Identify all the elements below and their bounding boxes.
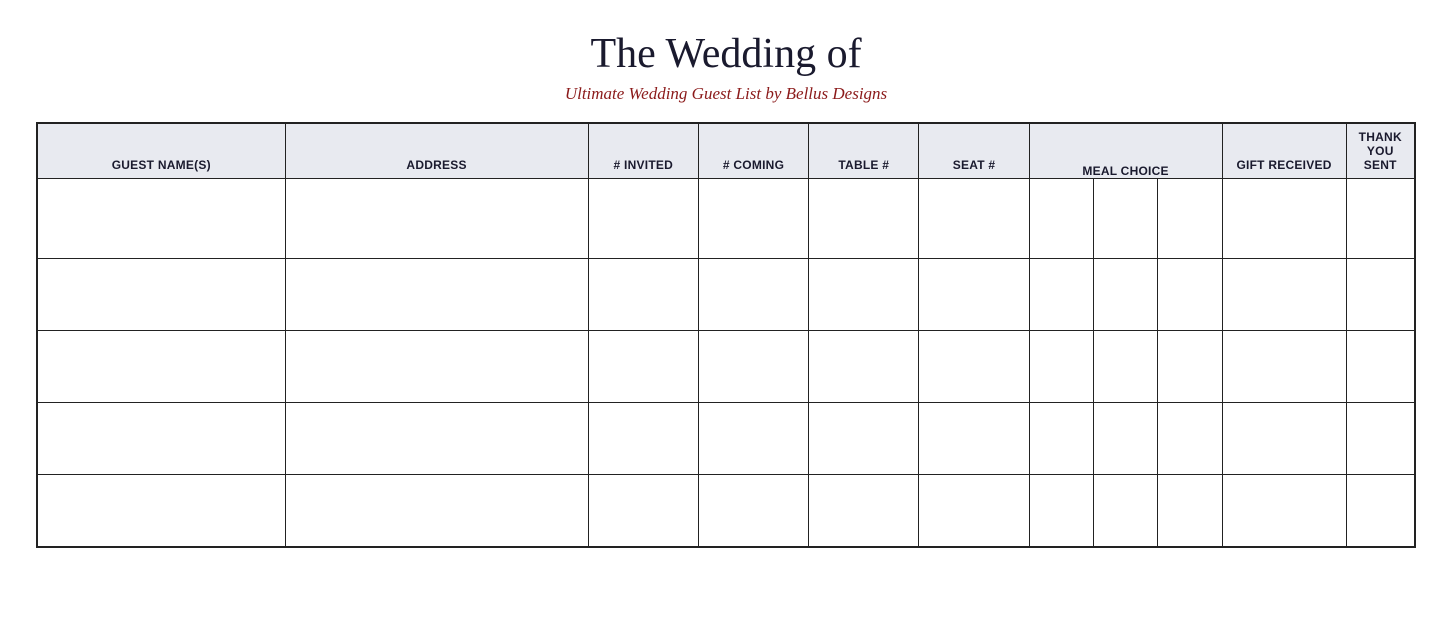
- table-row: [37, 179, 1415, 259]
- cell-thank[interactable]: [1346, 179, 1415, 259]
- meal-sub-2[interactable]: [1094, 403, 1158, 474]
- meal-sub-3[interactable]: [1158, 179, 1221, 258]
- col-header-gift: GIFT RECEIVED: [1222, 123, 1346, 179]
- col-header-thank: THANK YOU SENT: [1346, 123, 1415, 179]
- cell-seat[interactable]: [919, 259, 1029, 331]
- cell-seat[interactable]: [919, 179, 1029, 259]
- cell-address[interactable]: [285, 259, 588, 331]
- guest-list-table: GUEST NAME(S) ADDRESS # INVITED # COMING…: [36, 122, 1416, 548]
- cell-gift[interactable]: [1222, 179, 1346, 259]
- page-title: The Wedding of: [590, 30, 861, 78]
- cell-guest-name[interactable]: [37, 475, 285, 547]
- cell-meal[interactable]: [1029, 179, 1222, 259]
- cell-table[interactable]: [809, 259, 919, 331]
- cell-thank[interactable]: [1346, 403, 1415, 475]
- cell-thank[interactable]: [1346, 259, 1415, 331]
- cell-seat[interactable]: [919, 331, 1029, 403]
- cell-gift[interactable]: [1222, 259, 1346, 331]
- meal-sub-3[interactable]: [1158, 475, 1221, 546]
- cell-invited[interactable]: [588, 403, 698, 475]
- table-row: [37, 403, 1415, 475]
- cell-table[interactable]: [809, 403, 919, 475]
- cell-thank[interactable]: [1346, 475, 1415, 547]
- meal-sub-1[interactable]: [1030, 475, 1094, 546]
- meal-sub-3[interactable]: [1158, 331, 1221, 402]
- col-header-invited: # INVITED: [588, 123, 698, 179]
- meal-sub-1[interactable]: [1030, 403, 1094, 474]
- cell-guest-name[interactable]: [37, 179, 285, 259]
- cell-meal[interactable]: [1029, 331, 1222, 403]
- col-header-coming: # COMING: [698, 123, 808, 179]
- table-row: [37, 475, 1415, 547]
- cell-table[interactable]: [809, 179, 919, 259]
- cell-coming[interactable]: [698, 475, 808, 547]
- cell-guest-name[interactable]: [37, 331, 285, 403]
- cell-coming[interactable]: [698, 179, 808, 259]
- col-header-address: ADDRESS: [285, 123, 588, 179]
- cell-meal[interactable]: [1029, 475, 1222, 547]
- table-row: [37, 331, 1415, 403]
- col-header-meal: MEAL CHOICE: [1029, 123, 1222, 179]
- cell-invited[interactable]: [588, 331, 698, 403]
- meal-sub-2[interactable]: [1094, 475, 1158, 546]
- meal-sub-2[interactable]: [1094, 331, 1158, 402]
- meal-sub-1[interactable]: [1030, 331, 1094, 402]
- cell-address[interactable]: [285, 179, 588, 259]
- cell-invited[interactable]: [588, 179, 698, 259]
- cell-coming[interactable]: [698, 403, 808, 475]
- cell-address[interactable]: [285, 475, 588, 547]
- cell-invited[interactable]: [588, 259, 698, 331]
- cell-address[interactable]: [285, 403, 588, 475]
- cell-meal[interactable]: [1029, 403, 1222, 475]
- cell-coming[interactable]: [698, 331, 808, 403]
- meal-sub-3[interactable]: [1158, 259, 1221, 330]
- guest-list-table-wrapper: GUEST NAME(S) ADDRESS # INVITED # COMING…: [36, 122, 1416, 548]
- meal-sub-1[interactable]: [1030, 179, 1094, 258]
- meal-sub-1[interactable]: [1030, 259, 1094, 330]
- col-header-seat: SEAT #: [919, 123, 1029, 179]
- cell-table[interactable]: [809, 331, 919, 403]
- cell-thank[interactable]: [1346, 331, 1415, 403]
- cell-coming[interactable]: [698, 259, 808, 331]
- cell-seat[interactable]: [919, 403, 1029, 475]
- cell-invited[interactable]: [588, 475, 698, 547]
- col-header-table: TABLE #: [809, 123, 919, 179]
- cell-guest-name[interactable]: [37, 259, 285, 331]
- meal-sub-3[interactable]: [1158, 403, 1221, 474]
- cell-table[interactable]: [809, 475, 919, 547]
- cell-meal[interactable]: [1029, 259, 1222, 331]
- meal-sub-2[interactable]: [1094, 179, 1158, 258]
- col-header-guest-name: GUEST NAME(S): [37, 123, 285, 179]
- cell-seat[interactable]: [919, 475, 1029, 547]
- meal-sub-2[interactable]: [1094, 259, 1158, 330]
- cell-gift[interactable]: [1222, 403, 1346, 475]
- table-row: [37, 259, 1415, 331]
- page-subtitle: Ultimate Wedding Guest List by Bellus De…: [565, 84, 887, 104]
- cell-guest-name[interactable]: [37, 403, 285, 475]
- cell-gift[interactable]: [1222, 475, 1346, 547]
- cell-gift[interactable]: [1222, 331, 1346, 403]
- cell-address[interactable]: [285, 331, 588, 403]
